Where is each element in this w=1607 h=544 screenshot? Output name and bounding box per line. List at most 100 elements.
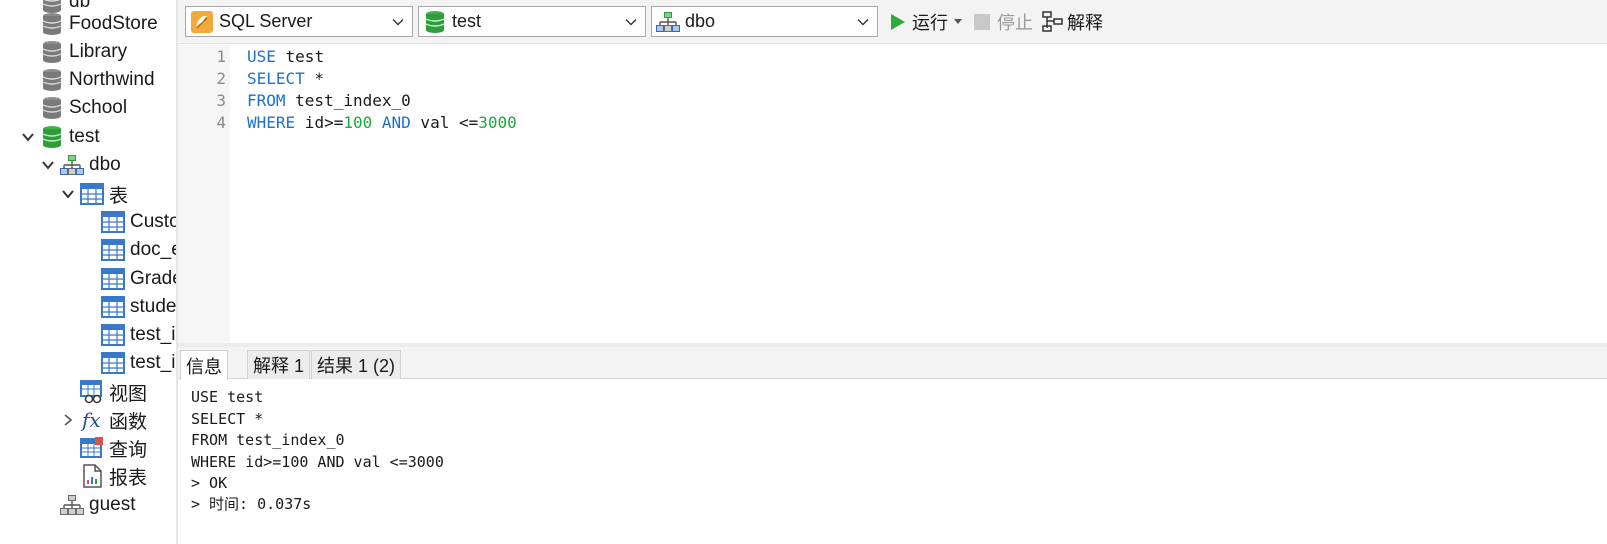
code-line[interactable]: USE test [247,46,324,68]
tree-item-test[interactable]: test [20,123,100,151]
explain-button[interactable]: 解释 [1042,8,1103,36]
tree-item-label: 函数 [109,411,148,433]
tree-item-label: 查询 [109,439,148,461]
chevron-down-icon[interactable] [20,129,36,145]
tree-item-label: dbo [89,154,121,175]
sql-keyword: USE [247,47,276,66]
code-line[interactable]: FROM test_index_0 [247,90,411,112]
schema-value: dbo [685,11,716,31]
tree-item-table[interactable]: doc_e [101,236,178,264]
database-icon [40,96,64,120]
line-number: 2 [216,69,226,88]
object-tree: db FoodStore Library Northwind School te… [0,0,178,544]
database-icon [423,10,447,34]
line-number: 1 [216,47,226,66]
tree-item-school[interactable]: School [40,94,127,122]
tree-item-label: Grade [130,268,178,289]
tree-item-reports[interactable]: 报表 [80,462,147,490]
tree-item-table[interactable]: Grade [101,265,178,293]
tree-item-table[interactable]: test_i [101,321,175,349]
tree-item-foodstore[interactable]: FoodStore [40,10,158,38]
tree-item-queries[interactable]: 查询 [80,434,147,462]
tree-item-label: 表 [109,185,129,207]
sql-text: id>= [295,113,344,132]
output-line: USE test [191,388,264,406]
sql-number: 3000 [478,113,517,132]
tree-item-functions[interactable]: fx 函数 [60,406,147,434]
sql-text: test_index_0 [285,91,411,110]
stop-button[interactable]: 停止 [973,8,1033,36]
tab-result-1[interactable]: 结果 1 (2) [311,350,402,379]
tree-item-label: test_i [130,352,176,373]
tree-item-label: test [69,126,100,147]
sql-keyword: AND [381,113,411,132]
table-icon [101,323,125,347]
caret-down-icon[interactable] [954,19,962,25]
output-line: > 时间: 0.037s [191,495,312,513]
sql-keyword: WHERE [247,113,296,132]
table-icon [101,238,125,262]
sql-text: test [275,47,325,66]
schema-select[interactable]: dbo [651,6,878,37]
tree-item-label: School [69,97,128,118]
tab-explain-1[interactable]: 解释 1 [247,350,311,379]
code-line[interactable]: WHERE id>=100 AND val <=3000 [247,112,517,134]
connection-select[interactable]: SQL Server [185,6,413,37]
output-line: SELECT * [191,410,264,428]
table-icon [101,351,125,375]
chevron-down-icon [625,19,637,26]
line-number: 4 [216,113,226,132]
connection-value: SQL Server [219,11,313,31]
svg-text:fx: fx [80,408,101,432]
view-icon [80,380,104,404]
chevron-right-icon[interactable] [60,412,76,428]
explain-icon [1042,11,1064,33]
database-select[interactable]: test [418,6,646,37]
sql-keyword: SELECT [247,69,305,88]
tree-item-table[interactable]: test_i [101,349,175,377]
query-icon [80,436,104,460]
tree-item-label: stude [130,296,177,317]
tree-item-guest[interactable]: guest [60,491,135,519]
tree-item-label: Library [69,41,128,62]
tree-item-label: Northwind [69,69,155,90]
tree-item-label: FoodStore [69,13,158,34]
output-line: WHERE id>=100 AND val <=3000 [191,453,444,471]
tree-item-table[interactable]: stude [101,293,176,321]
chevron-down-icon [857,19,869,26]
line-number: 3 [216,91,226,110]
database-icon [40,40,64,64]
tree-item-label: 报表 [109,467,148,489]
query-toolbar: SQL Server test dbo 运行 停止 解释 [178,0,1607,44]
report-icon [80,464,104,488]
sql-editor[interactable]: 1 2 3 4 USE test SELECT * FROM test_index_… [178,45,1607,343]
schema-icon [656,10,680,34]
code-line[interactable]: SELECT * [247,68,324,90]
chevron-down-icon[interactable] [40,157,56,173]
stop-label: 停止 [997,13,1033,33]
sql-text: val <= [410,113,479,132]
tree-item-northwind[interactable]: Northwind [40,66,155,94]
database-value: test [452,11,482,31]
tree-item-label: guest [89,494,136,515]
tree-item-label: Custo [130,211,178,232]
tree-item-label: test_i [130,324,176,345]
tree-item-table[interactable]: Custo [101,208,178,236]
sql-number: 100 [343,113,373,132]
tree-item-library[interactable]: Library [40,38,127,66]
sql-text: * [304,69,325,88]
tab-info[interactable]: 信息 [180,350,228,380]
tree-item-label: 视图 [109,383,148,405]
database-icon [40,12,64,36]
tree-item-label: doc_e [130,239,178,260]
explain-label: 解释 [1067,13,1103,33]
output-line: FROM test_index_0 [191,431,345,449]
tree-item-tables[interactable]: 表 [60,180,128,208]
table-icon [101,295,125,319]
chevron-down-icon[interactable] [60,186,76,202]
run-button[interactable]: 运行 [890,8,962,36]
tree-item-dbo[interactable]: dbo [40,151,121,179]
tree-item-views[interactable]: 视图 [80,378,147,406]
tab-label: 信息 [186,356,222,377]
